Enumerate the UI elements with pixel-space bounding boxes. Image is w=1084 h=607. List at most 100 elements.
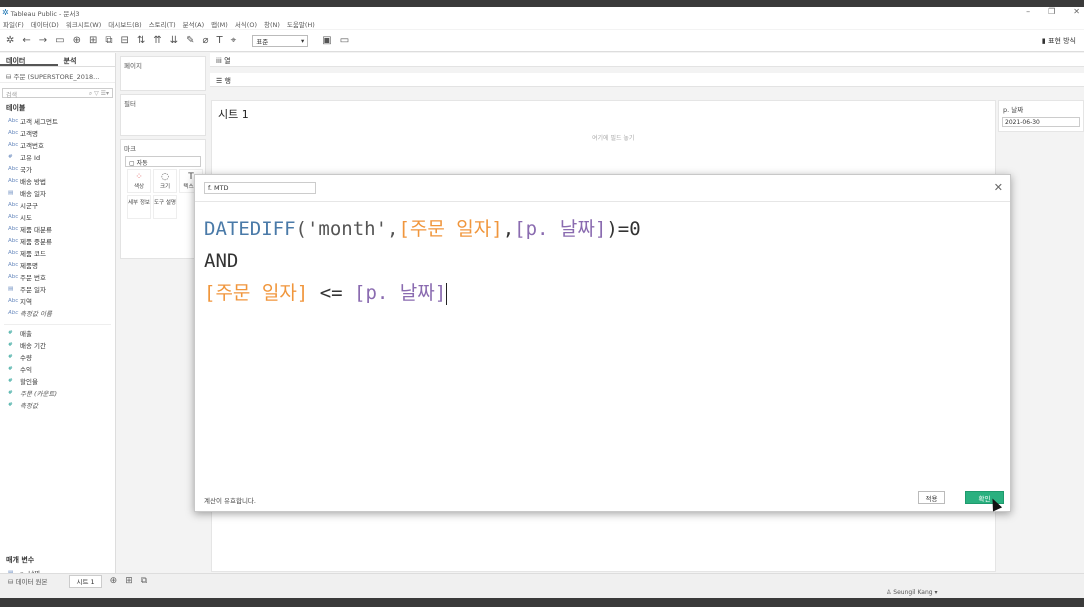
- labels-icon[interactable]: T: [217, 35, 223, 46]
- menu-data[interactable]: 데이터(D): [31, 19, 59, 29]
- menu-window[interactable]: 창(N): [264, 19, 280, 29]
- detail-button[interactable]: 세부 정보: [127, 195, 151, 219]
- field-name: 국가: [20, 166, 32, 174]
- field-item[interactable]: Abc 지역: [0, 295, 115, 307]
- datasource-tab[interactable]: ⛁ 데이터 원본: [0, 576, 55, 586]
- menu-help[interactable]: 도움말(H): [287, 19, 315, 29]
- field-item[interactable]: # 수량: [0, 351, 115, 363]
- field-type-icon: Abc: [8, 214, 19, 220]
- new-datasource-icon[interactable]: ⊕: [73, 35, 81, 46]
- fit-select[interactable]: 표준 ▾: [252, 34, 309, 47]
- undo-icon[interactable]: ←: [22, 35, 30, 46]
- swap-icon[interactable]: ⇅: [137, 35, 145, 46]
- calculation-editor-dialog: f. MTD ✕ DATEDIFF('month',[주문 일자],[p. 날짜…: [194, 174, 1011, 512]
- size-icon: ◌: [161, 172, 169, 182]
- search-input[interactable]: 검색 ⌕ ▽ ☰▾: [2, 88, 113, 99]
- show-me-button[interactable]: ▮ 표현 방식: [1042, 36, 1076, 46]
- columns-shelf[interactable]: iii 열: [210, 53, 1084, 67]
- formula-editor[interactable]: DATEDIFF('month',[주문 일자],[p. 날짜])=0 AND [주…: [204, 213, 641, 309]
- tableau-window: ✲ Tableau Public - 문서3 – ❐ ✕ 파일(F) 데이터(D…: [0, 7, 1084, 598]
- new-sheet-icon[interactable]: ⊞: [89, 35, 97, 46]
- calc-name-field[interactable]: f. MTD: [204, 182, 316, 194]
- pin-icon[interactable]: ⌖: [231, 35, 237, 46]
- field-item[interactable]: Abc 배송 방법: [0, 175, 115, 187]
- menu-dashboard[interactable]: 대시보드(B): [108, 19, 141, 29]
- field-name: 제품 대분류: [20, 226, 52, 234]
- tab-data[interactable]: 데이터: [0, 53, 58, 66]
- tab-analysis[interactable]: 분석: [58, 53, 116, 66]
- field-item[interactable]: # 주문 (카운트): [0, 387, 115, 399]
- columns-label: 열: [224, 57, 231, 65]
- parameter-control: p. 날짜 2021-06-30: [998, 100, 1084, 132]
- field-item[interactable]: Abc 시도: [0, 211, 115, 223]
- filters-shelf[interactable]: 필터: [120, 94, 206, 136]
- field-item[interactable]: Abc 측정값 이름: [0, 307, 115, 319]
- parameter-control-input[interactable]: 2021-06-30: [1002, 117, 1080, 127]
- pages-shelf[interactable]: 페이지: [120, 56, 206, 91]
- field-item[interactable]: # 배송 기간: [0, 339, 115, 351]
- duplicate-icon[interactable]: ⧉: [105, 35, 112, 46]
- menu-analysis[interactable]: 분석(A): [183, 19, 204, 29]
- field-type-icon: #: [8, 330, 13, 336]
- field-type-icon: ▤: [8, 286, 14, 292]
- menu-format[interactable]: 서식(O): [235, 19, 257, 29]
- close-icon[interactable]: ✕: [994, 181, 1003, 194]
- field-item[interactable]: # 할인율: [0, 375, 115, 387]
- tableau-logo-icon: ✲: [2, 8, 9, 17]
- field-type-icon: Abc: [8, 118, 19, 124]
- field-name: 고객명: [20, 130, 38, 138]
- presentation-icon[interactable]: ▭: [340, 35, 349, 46]
- show-cards-icon[interactable]: ▣: [322, 35, 331, 46]
- field-item[interactable]: ▤ 주문 일자: [0, 283, 115, 295]
- field-item[interactable]: # 고유 Id: [0, 151, 115, 163]
- redo-icon[interactable]: →: [39, 35, 47, 46]
- field-item[interactable]: # 수익: [0, 363, 115, 375]
- data-pane: 데이터 분석 ⛁ 주문 (SUPERSTORE_2018... 검색 ⌕ ▽ ☰…: [0, 53, 116, 578]
- field-item[interactable]: # 매출: [0, 327, 115, 339]
- menu-map[interactable]: 맵(M): [211, 19, 228, 29]
- clear-icon[interactable]: ⊟: [121, 35, 129, 46]
- apply-button[interactable]: 적용: [918, 491, 945, 504]
- string-token: ('month',: [295, 218, 399, 240]
- search-placeholder: 검색: [6, 92, 18, 99]
- field-item[interactable]: Abc 제품 코드: [0, 247, 115, 259]
- field-item[interactable]: Abc 국가: [0, 163, 115, 175]
- sort-desc-icon[interactable]: ⇊: [170, 35, 178, 46]
- field-type-icon: Abc: [8, 262, 19, 268]
- field-item[interactable]: Abc 고객 세그먼트: [0, 115, 115, 127]
- menu-bar: 파일(F) 데이터(D) 워크시트(W) 대시보드(B) 스토리(T) 분석(A…: [0, 18, 1084, 29]
- field-type-icon: Abc: [8, 274, 19, 280]
- close-window-icon[interactable]: ✕: [1073, 7, 1080, 16]
- field-item[interactable]: # 측정값: [0, 399, 115, 411]
- new-story-icon[interactable]: ⧉: [141, 576, 147, 586]
- sort-asc-icon[interactable]: ⇈: [153, 35, 161, 46]
- field-item[interactable]: Abc 제품 대분류: [0, 223, 115, 235]
- menu-worksheet[interactable]: 워크시트(W): [66, 19, 101, 29]
- highlight-icon[interactable]: ✎: [186, 35, 194, 46]
- field-item[interactable]: ▤ 배송 일자: [0, 187, 115, 199]
- new-dashboard-icon[interactable]: ⊞: [125, 576, 133, 586]
- menu-story[interactable]: 스토리(T): [149, 19, 176, 29]
- field-item[interactable]: Abc 제품 중분류: [0, 235, 115, 247]
- datasource-item[interactable]: ⛁ 주문 (SUPERSTORE_2018...: [0, 67, 115, 83]
- tooltip-button[interactable]: 도구 설명: [153, 195, 177, 219]
- tableau-home-icon[interactable]: ✲: [6, 35, 14, 46]
- rows-shelf[interactable]: ☰ 행: [210, 73, 1084, 87]
- menu-file[interactable]: 파일(F): [3, 19, 24, 29]
- color-button[interactable]: ⁘ 색상: [127, 169, 151, 193]
- search-icon[interactable]: ⌕ ▽ ☰▾: [89, 90, 109, 97]
- save-icon[interactable]: ▭: [55, 35, 64, 46]
- field-item[interactable]: Abc 주문 번호: [0, 271, 115, 283]
- new-worksheet-icon[interactable]: ⊕: [110, 576, 118, 586]
- mark-type-select[interactable]: ▢ 자동: [125, 156, 201, 167]
- user-menu[interactable]: ♙ Seungil Kang ▾: [886, 589, 938, 596]
- minimize-icon[interactable]: –: [1026, 7, 1030, 16]
- group-icon[interactable]: ⌀: [203, 35, 209, 46]
- field-item[interactable]: Abc 시군구: [0, 199, 115, 211]
- maximize-icon[interactable]: ❐: [1048, 7, 1055, 16]
- field-item[interactable]: Abc 고객번호: [0, 139, 115, 151]
- sheet-tab[interactable]: 시트 1: [69, 574, 102, 588]
- field-item[interactable]: Abc 제품명: [0, 259, 115, 271]
- field-item[interactable]: Abc 고객명: [0, 127, 115, 139]
- size-button[interactable]: ◌ 크기: [153, 169, 177, 193]
